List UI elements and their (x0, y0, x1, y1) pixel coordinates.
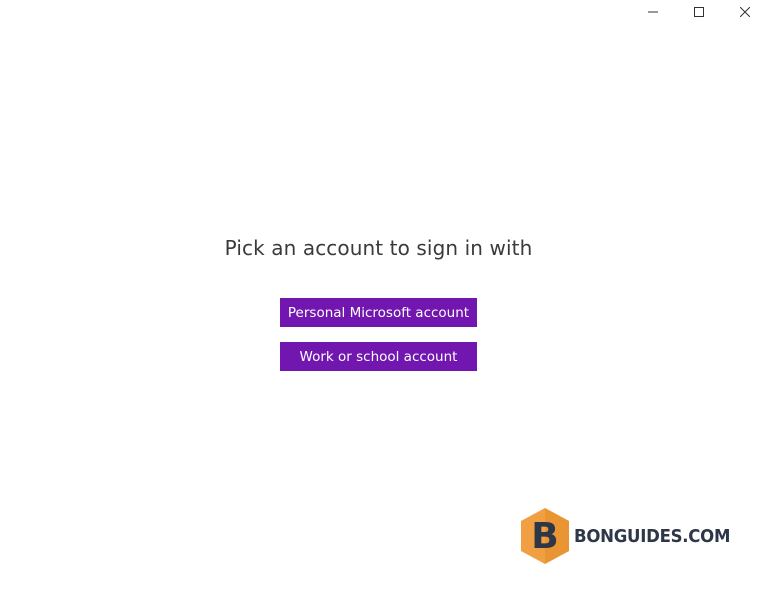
page-title: Pick an account to sign in with (224, 236, 533, 260)
logo-letter: B (531, 516, 558, 557)
watermark-text: BONGUIDES.COM (574, 525, 731, 547)
sign-in-window: Pick an account to sign in with Personal… (0, 0, 768, 602)
work-or-school-account-button[interactable]: Work or school account (280, 342, 477, 371)
personal-microsoft-account-button[interactable]: Personal Microsoft account (280, 298, 477, 327)
watermark: B BONGUIDES.COM (518, 506, 744, 566)
bonguides-logo-icon: B (521, 508, 569, 564)
